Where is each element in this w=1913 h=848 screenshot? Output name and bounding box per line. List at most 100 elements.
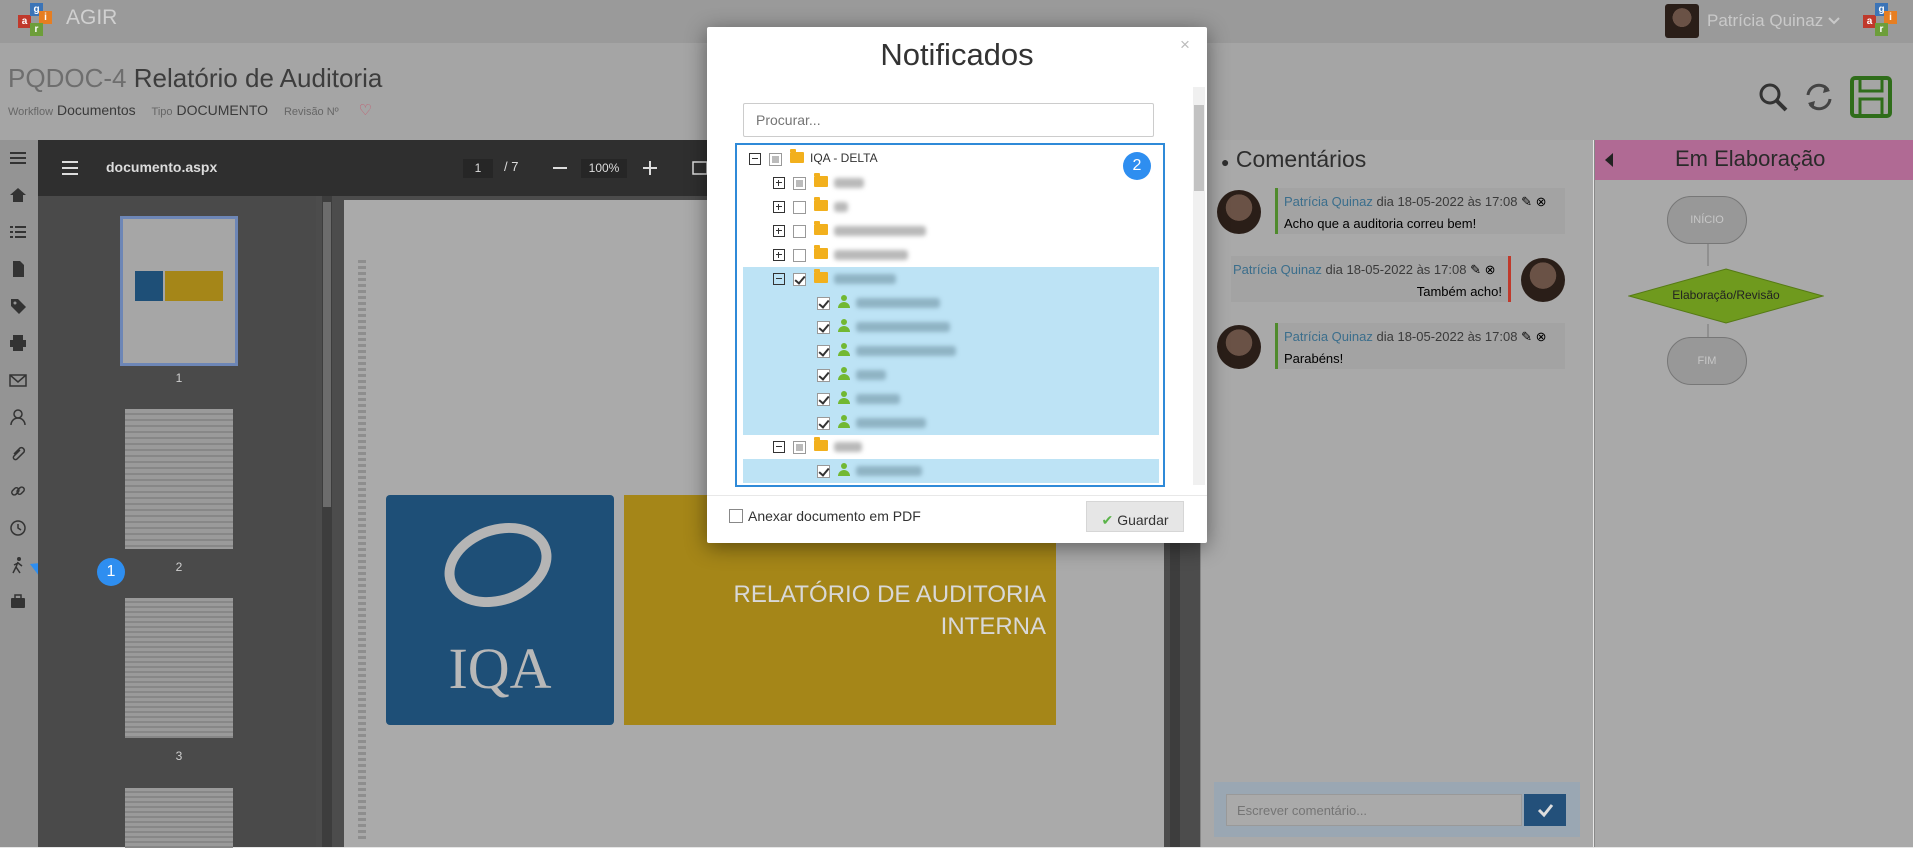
- edit-icon[interactable]: ✎: [1521, 329, 1532, 344]
- comment-author[interactable]: Patrícia Quinaz: [1233, 262, 1322, 277]
- comment-author[interactable]: Patrícia Quinaz: [1284, 329, 1373, 344]
- nav-tags[interactable]: [0, 288, 38, 325]
- tree-checkbox[interactable]: [817, 417, 830, 430]
- expand-toggle[interactable]: [773, 225, 785, 237]
- tree-row-root[interactable]: IQA - DELTA: [737, 147, 1163, 171]
- collapse-toggle[interactable]: [773, 273, 785, 285]
- comment-date: dia 18-05-2022 às 17:08: [1376, 194, 1518, 209]
- comment-author[interactable]: Patrícia Quinaz: [1284, 194, 1373, 209]
- nav-print[interactable]: [0, 325, 38, 362]
- thumbnail-scrollbar[interactable]: [322, 196, 332, 847]
- tree-row-group[interactable]: [737, 243, 1163, 267]
- save-icon[interactable]: [1849, 75, 1893, 119]
- tree-checkbox[interactable]: [793, 177, 806, 190]
- tree-checkbox[interactable]: [817, 465, 830, 478]
- tree-row-group[interactable]: [737, 435, 1163, 459]
- edit-icon[interactable]: ✎: [1521, 194, 1532, 209]
- expand-toggle[interactable]: [773, 177, 785, 189]
- zoom-in-icon[interactable]: [643, 161, 657, 175]
- workflow-node-start[interactable]: INÍCIO: [1667, 196, 1747, 244]
- sidebar-toggle-icon[interactable]: [62, 160, 80, 176]
- thumbnail-page-1[interactable]: [120, 216, 238, 366]
- collapse-toggle[interactable]: [749, 153, 761, 165]
- workflow-connector: [1707, 244, 1709, 266]
- workflow-header[interactable]: Em Elaboração: [1595, 140, 1913, 180]
- tree-checkbox[interactable]: [817, 321, 830, 334]
- thumbnail-page-3[interactable]: [125, 598, 233, 738]
- nav-history[interactable]: [0, 510, 38, 547]
- delete-icon[interactable]: ⊗: [1485, 262, 1496, 277]
- folder-icon: [814, 437, 828, 451]
- close-icon[interactable]: ×: [1180, 35, 1190, 55]
- tree-row-user[interactable]: [743, 291, 1159, 315]
- attach-pdf-checkbox[interactable]: [729, 509, 743, 523]
- thumbnail-page-2[interactable]: [125, 409, 233, 549]
- delete-icon[interactable]: ⊗: [1536, 194, 1547, 209]
- tree-row-user[interactable]: [743, 387, 1159, 411]
- delete-icon[interactable]: ⊗: [1536, 329, 1547, 344]
- search-icon[interactable]: [1757, 81, 1789, 113]
- tree-checkbox[interactable]: [817, 393, 830, 406]
- tree-row-user[interactable]: [743, 339, 1159, 363]
- thumbnail-label: 3: [175, 749, 183, 763]
- nav-menu[interactable]: [0, 140, 38, 177]
- thumbnail-page-4[interactable]: [125, 788, 233, 848]
- fit-page-icon[interactable]: [692, 160, 708, 176]
- refresh-icon[interactable]: [1803, 81, 1835, 113]
- tree-row-group[interactable]: [737, 171, 1163, 195]
- expand-toggle[interactable]: [773, 249, 785, 261]
- comment-input[interactable]: [1226, 794, 1522, 826]
- nav-home[interactable]: [0, 177, 38, 214]
- tree-row-user[interactable]: [743, 315, 1159, 339]
- nav-list[interactable]: [0, 214, 38, 251]
- collapse-toggle[interactable]: [773, 441, 785, 453]
- page-title: PQDOC-4 Relatório de Auditoria: [8, 63, 382, 94]
- send-comment-button[interactable]: [1524, 794, 1566, 826]
- nav-links[interactable]: [0, 473, 38, 510]
- nav-mail[interactable]: [0, 362, 38, 399]
- tree-checkbox[interactable]: [793, 249, 806, 262]
- nav-attachments[interactable]: [0, 436, 38, 473]
- zoom-level[interactable]: 100%: [581, 159, 627, 178]
- workflow-node-label: Elaboração/Revisão: [1672, 288, 1780, 302]
- tree-row-group[interactable]: [743, 267, 1159, 291]
- workflow-node-end[interactable]: FIM: [1667, 337, 1747, 385]
- tree-checkbox[interactable]: [793, 441, 806, 454]
- heart-icon[interactable]: ♡: [359, 102, 372, 119]
- tree-checkbox[interactable]: [817, 297, 830, 310]
- tree-row-user[interactable]: [743, 411, 1159, 435]
- search-input[interactable]: [743, 103, 1154, 137]
- print-icon: [10, 335, 26, 351]
- user-avatar: [1665, 4, 1699, 38]
- app-name: AGIR: [66, 6, 118, 29]
- app-logo[interactable]: a g i r: [18, 3, 52, 37]
- collapse-left-icon[interactable]: [1603, 152, 1615, 168]
- nav-document[interactable]: [0, 251, 38, 288]
- tree-checkbox[interactable]: [793, 201, 806, 214]
- check-icon: ✔: [1101, 511, 1114, 528]
- recipients-tree: IQA - DELTA: [735, 143, 1165, 487]
- save-button[interactable]: ✔ Guardar: [1086, 501, 1184, 532]
- nav-users[interactable]: [0, 399, 38, 436]
- dialog-scrollbar[interactable]: [1193, 87, 1205, 485]
- tree-row-user[interactable]: [743, 459, 1159, 483]
- tree-checkbox[interactable]: [793, 225, 806, 238]
- user-menu[interactable]: Patrícia Quinaz: [1665, 2, 1841, 40]
- tree-checkbox[interactable]: [817, 345, 830, 358]
- zoom-out-icon[interactable]: [553, 161, 567, 175]
- tree-row-user[interactable]: [743, 363, 1159, 387]
- redacted-label: [834, 250, 908, 260]
- edit-icon[interactable]: ✎: [1470, 262, 1481, 277]
- attach-pdf-option[interactable]: Anexar documento em PDF: [729, 508, 921, 524]
- tree-checkbox[interactable]: [817, 369, 830, 382]
- tree-checkbox[interactable]: [769, 153, 782, 166]
- page-number-input[interactable]: 1: [463, 159, 493, 178]
- thumbnail-panel: 1 2 3: [38, 196, 316, 848]
- tree-row-group[interactable]: [737, 195, 1163, 219]
- notified-dialog: Notificados × IQA - DELTA Anexar documen…: [707, 27, 1207, 543]
- tree-checkbox[interactable]: [793, 273, 806, 286]
- tree-row-group[interactable]: [737, 219, 1163, 243]
- expand-toggle[interactable]: [773, 201, 785, 213]
- secondary-logo[interactable]: a g i r: [1863, 3, 1897, 37]
- person-icon: [838, 367, 850, 381]
